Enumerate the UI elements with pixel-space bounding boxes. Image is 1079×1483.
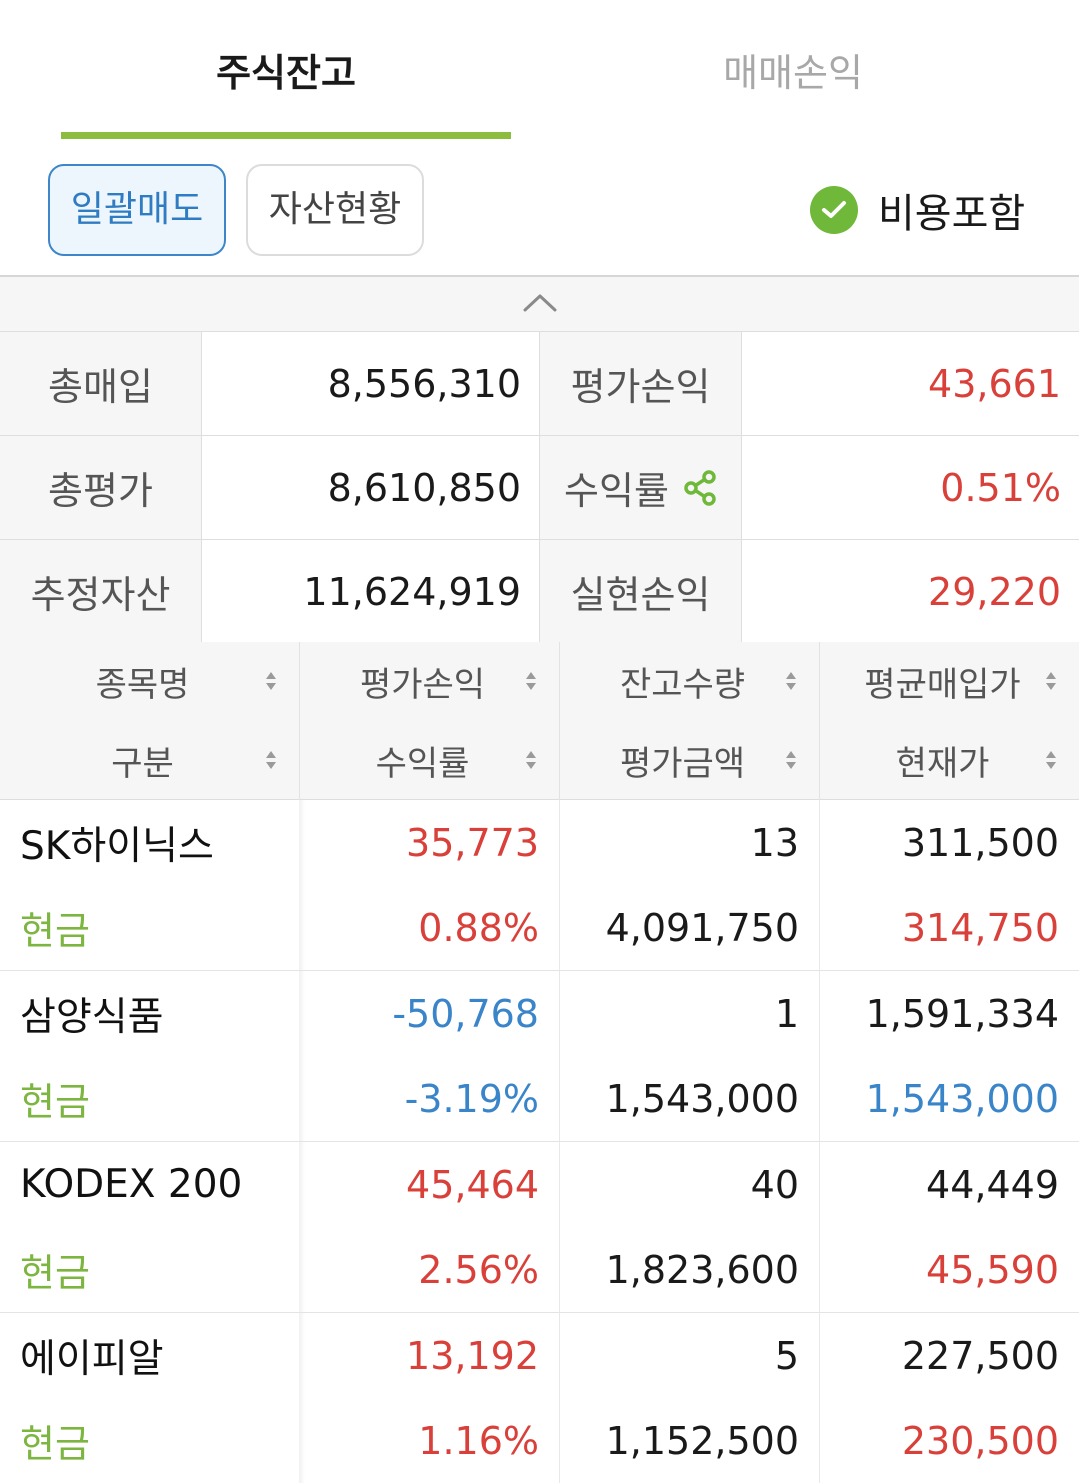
summary-row: 총평가 8,610,850 수익률 0.51% [0, 436, 1079, 540]
total-eval-label: 총평가 [0, 436, 202, 539]
sort-by-name[interactable]: 종목명 [0, 642, 299, 721]
tab-trade-profit[interactable]: 매매손익 [568, 45, 1018, 101]
table-row[interactable]: 에이피알 현금 13,192 1.16% 5 1,152,500 227,500… [0, 1313, 1079, 1483]
eval-amount: 1,823,600 [605, 1247, 799, 1292]
tab-bar: 주식잔고 매매손익 [0, 0, 1079, 140]
include-fee-label: 비용포함 [878, 191, 1026, 237]
account-type: 현금 [20, 909, 90, 953]
sort-by-avg-price[interactable]: 평균매입가 [820, 642, 1079, 721]
eval-pl: 13,192 [406, 1333, 539, 1378]
return-rate-label: 수익률 [564, 469, 669, 513]
table-row[interactable]: 삼양식품 현금 -50,768 -3.19% 1 1,543,000 1,591… [0, 971, 1079, 1142]
summary-row: 추정자산 11,624,919 실현손익 29,220 [0, 540, 1079, 644]
header-type: 구분 [111, 744, 174, 784]
header-name: 종목명 [95, 665, 190, 705]
header-avg-price: 평균매입가 [864, 665, 1021, 705]
return-rate: 1.16% [418, 1418, 539, 1463]
avg-buy-price: 227,500 [901, 1333, 1059, 1378]
eval-pl: -50,768 [392, 991, 539, 1036]
sort-by-eval-pl[interactable]: 평가손익 [300, 642, 559, 721]
share-icon[interactable] [683, 469, 717, 506]
return-rate: 2.56% [418, 1247, 539, 1292]
sort-icon [786, 672, 796, 690]
account-summary: 총매입 8,556,310 평가손익 43,661 총평가 8,610,850 … [0, 332, 1079, 644]
holding-qty: 5 [774, 1333, 799, 1378]
account-type: 현금 [20, 1422, 90, 1466]
est-asset-label: 추정자산 [0, 540, 202, 643]
current-price: 1,543,000 [865, 1076, 1059, 1121]
chevron-up-icon [522, 291, 558, 317]
account-type: 현금 [20, 1251, 90, 1295]
return-rate: 0.88% [418, 905, 539, 950]
header-eval-pl: 평가손익 [359, 665, 486, 705]
holdings-list: SK하이닉스 현금 35,773 0.88% 13 4,091,750 311,… [0, 800, 1079, 1483]
sort-icon [526, 751, 536, 769]
total-buy-value: 8,556,310 [202, 332, 540, 435]
est-asset-value: 11,624,919 [202, 540, 540, 643]
return-rate: -3.19% [404, 1076, 539, 1121]
sort-icon [266, 672, 276, 690]
eval-amount: 1,152,500 [605, 1418, 799, 1463]
header-current-price: 현재가 [895, 744, 990, 784]
active-tab-indicator [61, 132, 511, 139]
summary-row: 총매입 8,556,310 평가손익 43,661 [0, 332, 1079, 436]
current-price: 45,590 [926, 1247, 1059, 1292]
table-row[interactable]: SK하이닉스 현금 35,773 0.88% 13 4,091,750 311,… [0, 800, 1079, 971]
current-price: 230,500 [901, 1418, 1059, 1463]
header-eval-amount: 평가금액 [619, 744, 746, 784]
eval-pl: 35,773 [406, 820, 539, 865]
sort-by-return-rate[interactable]: 수익률 [300, 721, 559, 800]
realized-pl-value: 29,220 [928, 569, 1061, 614]
sort-by-current-price[interactable]: 현재가 [820, 721, 1079, 800]
check-circle-icon [810, 186, 858, 234]
summary-collapse-button[interactable] [0, 275, 1079, 332]
asset-status-button[interactable]: 자산현황 [246, 164, 424, 256]
stock-name: 에이피알 [20, 1336, 164, 1382]
holding-qty: 40 [750, 1162, 799, 1207]
holding-qty: 1 [774, 991, 799, 1036]
stock-name: 삼양식품 [20, 994, 164, 1040]
account-type: 현금 [20, 1080, 90, 1124]
avg-buy-price: 44,449 [926, 1162, 1059, 1207]
table-row[interactable]: KODEX 200 현금 45,464 2.56% 40 1,823,600 4… [0, 1142, 1079, 1313]
sort-by-eval-amount[interactable]: 평가금액 [560, 721, 819, 800]
realized-pl-label: 실현손익 [540, 540, 742, 643]
sort-icon [526, 672, 536, 690]
header-return-rate: 수익률 [375, 744, 470, 784]
sort-icon [266, 751, 276, 769]
avg-buy-price: 311,500 [901, 820, 1059, 865]
sort-icon [786, 751, 796, 769]
eval-pl-value: 43,661 [928, 361, 1061, 406]
avg-buy-price: 1,591,334 [865, 991, 1059, 1036]
header-qty: 잔고수량 [619, 665, 746, 705]
stock-name: SK하이닉스 [20, 823, 214, 869]
sort-by-type[interactable]: 구분 [0, 721, 299, 800]
sell-all-button[interactable]: 일괄매도 [48, 164, 226, 256]
eval-pl: 45,464 [406, 1162, 539, 1207]
tab-stock-balance[interactable]: 주식잔고 [61, 45, 511, 101]
holdings-table-header: 종목명 구분 평가손익 수익률 잔고수량 평가금액 평균매입가 현재가 [0, 642, 1079, 800]
current-price: 314,750 [901, 905, 1059, 950]
eval-pl-label: 평가손익 [540, 332, 742, 435]
total-eval-value: 8,610,850 [202, 436, 540, 539]
include-fee-toggle[interactable]: 비용포함 [810, 180, 1025, 240]
eval-amount: 1,543,000 [605, 1076, 799, 1121]
return-rate-label-cell: 수익률 [540, 436, 742, 539]
sort-by-qty[interactable]: 잔고수량 [560, 642, 819, 721]
eval-amount: 4,091,750 [605, 905, 799, 950]
holding-qty: 13 [750, 820, 799, 865]
stock-name: KODEX 200 [20, 1162, 243, 1207]
sort-icon [1046, 751, 1056, 769]
return-rate-value: 0.51% [940, 465, 1061, 510]
sort-icon [1046, 672, 1056, 690]
total-buy-label: 총매입 [0, 332, 202, 435]
